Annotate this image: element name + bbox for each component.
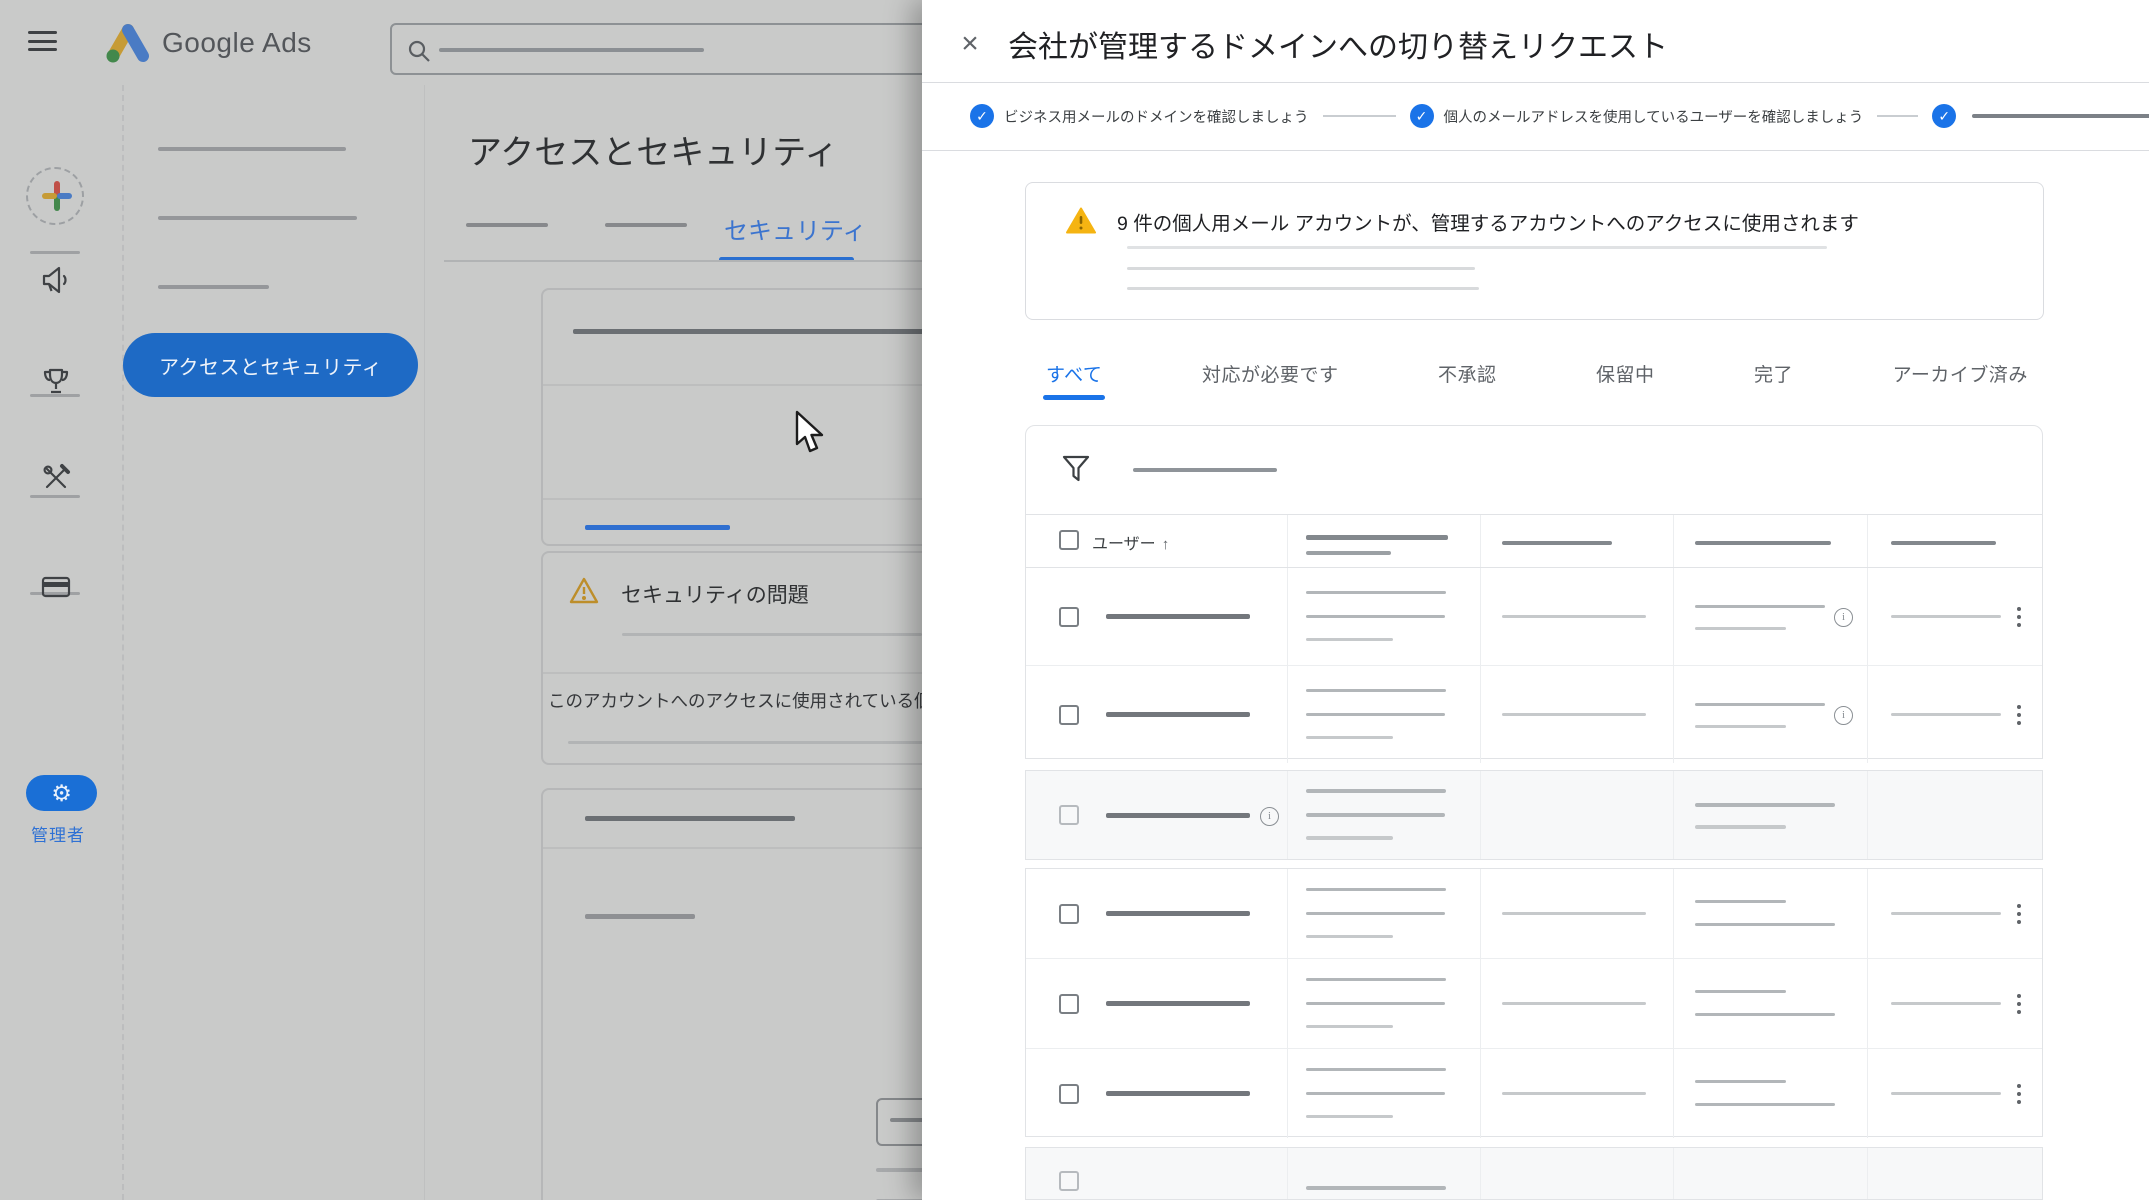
google-ads-app-background: Google Ads: [0, 0, 922, 1200]
info-icon[interactable]: i: [1834, 706, 1853, 725]
warning-text: 9 件の個人用メール アカウントが、管理するアカウントへのアクセスに使用されます: [1117, 207, 1859, 236]
security-issues-card: セキュリティの問題 このアカウントへのアクセスに使用されている個: [541, 551, 922, 765]
create-button[interactable]: [26, 167, 84, 225]
warning-card: 9 件の個人用メール アカウントが、管理するアカウントへのアクセスに使用されます: [1025, 182, 2044, 320]
main-content: アクセスとセキュリティ セキュリティ セキュリティの問題: [424, 85, 922, 1200]
table-row[interactable]: i: [1026, 771, 2042, 859]
campaigns-megaphone-icon[interactable]: [40, 264, 72, 296]
nav-item-skeleton[interactable]: [158, 216, 357, 220]
row-checkbox[interactable]: [1059, 607, 1079, 627]
table-section-1: i: [1025, 770, 2043, 860]
table-section-3: [1025, 1147, 2043, 1200]
sort-ascending-icon: ↑: [1162, 536, 1170, 553]
row-checkbox[interactable]: [1059, 705, 1079, 725]
tab-アーカイブ済み[interactable]: アーカイブ済み: [1893, 360, 2028, 396]
admin-label: 管理者: [31, 821, 85, 846]
domain-switch-request-panel: × 会社が管理するドメインへの切り替えリクエスト ✓ ビジネス用メールのドメインを…: [922, 0, 2149, 1200]
security-issues-text: このアカウントへのアクセスに使用されている個: [548, 688, 922, 713]
row-checkbox[interactable]: [1059, 805, 1079, 825]
goals-trophy-icon[interactable]: [40, 366, 72, 398]
settings-card: [541, 288, 922, 546]
step-check-icon: ✓: [1410, 104, 1434, 128]
google-ads-logo-icon: [97, 20, 153, 66]
table-row[interactable]: [1026, 869, 2042, 959]
nav-item-skeleton[interactable]: [158, 147, 346, 151]
tab-対応が必要です[interactable]: 対応が必要です: [1202, 360, 1339, 396]
close-icon[interactable]: ×: [950, 24, 990, 64]
table-section-2: [1025, 868, 2043, 1137]
table-header: ユーザー↑: [1026, 515, 2042, 568]
warning-icon: [569, 577, 599, 609]
kebab-menu-icon[interactable]: [2017, 904, 2021, 928]
step-connector: [1877, 115, 1918, 117]
admin-nav-item[interactable]: ⚙: [26, 775, 97, 811]
row-checkbox[interactable]: [1059, 1171, 1079, 1191]
column-header-user[interactable]: ユーザー↑: [1092, 530, 1169, 554]
filter-bar: [1026, 426, 2042, 515]
gear-icon: ⚙: [51, 782, 72, 805]
menu-icon[interactable]: [28, 31, 58, 51]
info-icon[interactable]: i: [1834, 608, 1853, 627]
row-checkbox[interactable]: [1059, 904, 1079, 924]
tools-icon[interactable]: [40, 462, 72, 494]
filter-skeleton: [1133, 468, 1277, 472]
panel-title: 会社が管理するドメインへの切り替えリクエスト: [1008, 22, 1668, 66]
kebab-menu-icon[interactable]: [2017, 607, 2021, 631]
tab-security[interactable]: セキュリティ: [724, 211, 867, 246]
table-row[interactable]: i: [1026, 666, 2042, 763]
step-connector: [1323, 115, 1396, 117]
kebab-menu-icon[interactable]: [2017, 705, 2021, 729]
app-title: Google Ads: [162, 27, 312, 59]
steps-row: ✓ ビジネス用メールのドメインを確認しましょう ✓ 個人のメールアドレスを使用している…: [970, 104, 2149, 128]
search-icon: [406, 38, 432, 69]
step-label-skeleton: [1972, 114, 2149, 118]
tab-skeleton[interactable]: [605, 223, 687, 227]
step-label: 個人のメールアドレスを使用しているユーザーを確認しましょう: [1444, 106, 1864, 127]
kebab-menu-icon[interactable]: [2017, 994, 2021, 1018]
step-check-icon: ✓: [970, 104, 994, 128]
select-all-checkbox[interactable]: [1059, 530, 1079, 550]
link-skeleton[interactable]: [585, 525, 730, 530]
security-issues-title: セキュリティの問題: [621, 579, 809, 609]
billing-card-icon[interactable]: [40, 571, 72, 603]
tab-完了[interactable]: 完了: [1754, 360, 1793, 396]
table-row[interactable]: i: [1026, 568, 2042, 666]
requests-table: ユーザー↑ i i: [1025, 425, 2043, 759]
warning-triangle-icon: [1066, 207, 1096, 239]
step-check-icon: ✓: [1932, 104, 1956, 128]
row-checkbox[interactable]: [1059, 994, 1079, 1014]
search-placeholder-skeleton: [439, 48, 704, 52]
row-checkbox[interactable]: [1059, 1084, 1079, 1104]
filter-icon[interactable]: [1062, 455, 1090, 490]
kebab-menu-icon[interactable]: [2017, 1084, 2021, 1108]
stepper: ✓ ビジネス用メールのドメインを確認しましょう ✓ 個人のメールアドレスを使用している…: [922, 82, 2149, 150]
tab-不承認[interactable]: 不承認: [1438, 360, 1497, 396]
request-tabs: すべて対応が必要です不承認保留中完了アーカイブ済み: [1046, 360, 2028, 390]
search-input[interactable]: [390, 23, 922, 75]
tab-保留中[interactable]: 保留中: [1596, 360, 1655, 396]
secondary-nav: アクセスとセキュリティ: [123, 85, 423, 1200]
table-section-0: ii: [1026, 568, 2042, 763]
users-card: [541, 788, 922, 1200]
step-label: ビジネス用メールのドメインを確認しましょう: [1004, 106, 1309, 127]
info-icon[interactable]: i: [1260, 807, 1279, 826]
dropdown-skeleton[interactable]: [876, 1098, 922, 1146]
nav-item-skeleton[interactable]: [158, 285, 269, 289]
table-row[interactable]: [1026, 959, 2042, 1049]
icon-rail: ⚙ 管理者: [0, 85, 123, 1200]
mouse-cursor: [794, 410, 828, 461]
page-title: アクセスとセキュリティ: [468, 125, 838, 174]
table-row[interactable]: [1026, 1148, 2042, 1200]
tab-すべて[interactable]: すべて: [1046, 360, 1102, 396]
nav-item-access-security-selected[interactable]: アクセスとセキュリティ: [123, 333, 418, 397]
table-row[interactable]: [1026, 1049, 2042, 1138]
tab-skeleton[interactable]: [466, 223, 548, 227]
